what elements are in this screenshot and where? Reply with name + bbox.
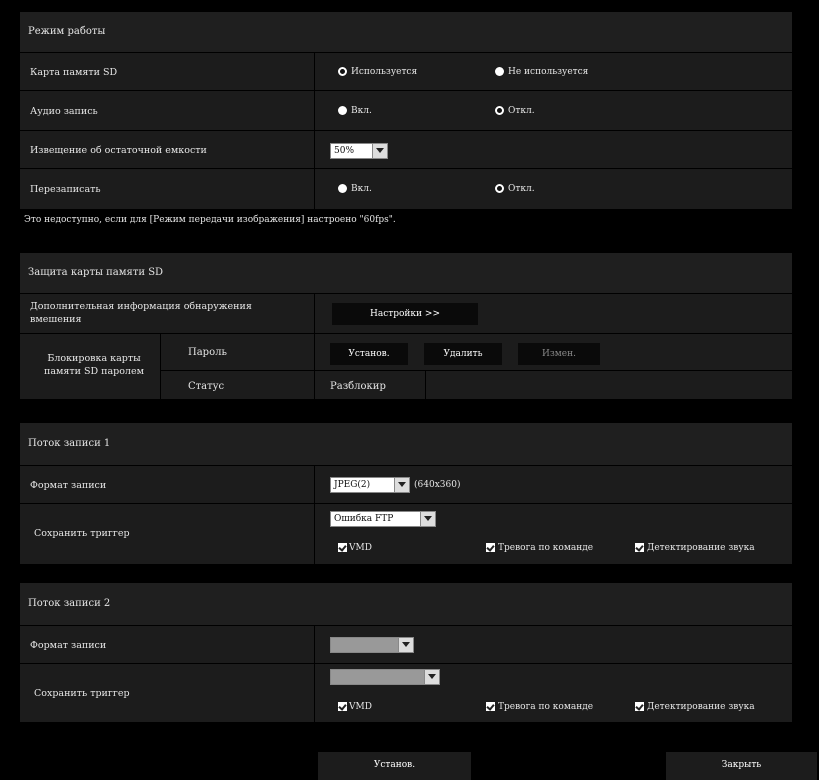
fps-note: Это недоступно, если для [Режим передачи… bbox=[24, 215, 396, 225]
audio-label: Аудио запись bbox=[30, 106, 98, 117]
stream1-section-header: Поток записи 1 bbox=[20, 423, 792, 465]
password-set-button[interactable]: Установ. bbox=[330, 343, 408, 365]
stream1-format-label: Формат записи bbox=[30, 480, 107, 491]
extra-info-label: Дополнительная информация обнаружения вм… bbox=[30, 301, 252, 325]
stream2-format-row: Формат записи bbox=[20, 625, 792, 664]
divider bbox=[425, 370, 426, 399]
stream1-audio-label: Детектирование звука bbox=[647, 543, 755, 553]
stream2-section-title: Поток записи 2 bbox=[28, 598, 111, 609]
stream1-format-select[interactable]: JPEG(2) bbox=[330, 477, 410, 493]
audio-off-label: Откл. bbox=[508, 106, 535, 116]
mode-section-header: Режим работы bbox=[20, 12, 792, 52]
chevron-down-icon bbox=[394, 478, 409, 492]
extra-info-row: Дополнительная информация обнаружения вм… bbox=[20, 293, 792, 334]
stream1-audio-checkbox[interactable] bbox=[635, 543, 644, 552]
password-label: Пароль bbox=[188, 347, 227, 358]
audio-on-label: Вкл. bbox=[351, 106, 372, 116]
chevron-down-icon bbox=[372, 144, 387, 158]
divider bbox=[314, 664, 315, 722]
sd-card-not-use-label: Не используется bbox=[508, 67, 589, 77]
overwrite-label: Перезаписать bbox=[30, 184, 101, 195]
protect-section-title: Защита карты памяти SD bbox=[28, 267, 164, 278]
low-space-select[interactable]: 50% bbox=[330, 143, 388, 159]
divider bbox=[314, 466, 315, 504]
overwrite-off-radio[interactable] bbox=[495, 184, 504, 193]
stream1-alarm-label: Тревога по команде bbox=[498, 543, 594, 553]
stream2-format-select[interactable] bbox=[330, 637, 414, 653]
stream2-format-label: Формат записи bbox=[30, 640, 107, 651]
overwrite-row: Перезаписать Вкл. Откл. bbox=[20, 168, 792, 209]
sd-card-use-label: Используется bbox=[351, 67, 418, 77]
stream1-vmd-label: VMD bbox=[349, 543, 372, 553]
low-space-row: Извещение об остаточной емкости 50% bbox=[20, 130, 792, 169]
audio-on-radio[interactable] bbox=[338, 106, 347, 115]
divider bbox=[314, 169, 315, 209]
stream2-section-header: Поток записи 2 bbox=[20, 583, 792, 625]
stream1-alarm-checkbox[interactable] bbox=[486, 543, 495, 552]
mode-section-title: Режим работы bbox=[28, 26, 106, 37]
overwrite-on-radio[interactable] bbox=[338, 184, 347, 193]
password-delete-button[interactable]: Удалить bbox=[424, 343, 502, 365]
sd-card-label: Карта памяти SD bbox=[30, 67, 118, 78]
stream2-vmd-checkbox[interactable] bbox=[338, 702, 347, 711]
chevron-down-icon bbox=[424, 670, 439, 684]
overwrite-on-label: Вкл. bbox=[351, 184, 372, 194]
stream1-section-title: Поток записи 1 bbox=[28, 438, 111, 449]
audio-row: Аудио запись Вкл. Откл. bbox=[20, 90, 792, 131]
protect-section-header: Защита карты памяти SD bbox=[20, 253, 792, 293]
stream2-trigger-select[interactable] bbox=[330, 669, 440, 685]
extra-info-settings-button[interactable]: Настройки >> bbox=[332, 303, 478, 325]
stream1-format-value: JPEG(2) bbox=[334, 480, 371, 490]
chevron-down-icon bbox=[420, 512, 435, 526]
stream1-trigger-row: Сохранить триггер Ошибка FTP VMD Тревога… bbox=[20, 503, 792, 564]
stream2-trigger-row: Сохранить триггер VMD Тревога по команде… bbox=[20, 663, 792, 722]
stream2-vmd-label: VMD bbox=[349, 702, 372, 712]
overwrite-off-label: Откл. bbox=[508, 184, 535, 194]
stream2-audio-checkbox[interactable] bbox=[635, 702, 644, 711]
stream1-trigger-select[interactable]: Ошибка FTP bbox=[330, 511, 436, 527]
divider bbox=[314, 294, 315, 334]
stream1-trigger-value: Ошибка FTP bbox=[334, 514, 394, 524]
status-value: Разблокир bbox=[330, 381, 386, 392]
divider bbox=[314, 626, 315, 664]
divider bbox=[160, 370, 792, 371]
password-change-button[interactable]: Измен. bbox=[518, 343, 600, 365]
divider bbox=[314, 53, 315, 91]
divider bbox=[314, 131, 315, 169]
stream2-alarm-checkbox[interactable] bbox=[486, 702, 495, 711]
divider bbox=[314, 504, 315, 564]
sd-card-use-radio[interactable] bbox=[338, 67, 347, 76]
chevron-down-icon bbox=[398, 638, 413, 652]
stream1-format-resolution: (640x360) bbox=[414, 480, 461, 490]
sd-card-row: Карта памяти SD Используется Не использу… bbox=[20, 52, 792, 91]
sd-lock-label: Блокировка карты памяти SD паролем bbox=[44, 353, 144, 377]
stream2-audio-label: Детектирование звука bbox=[647, 702, 755, 712]
stream1-vmd-checkbox[interactable] bbox=[338, 543, 347, 552]
audio-off-radio[interactable] bbox=[495, 106, 504, 115]
low-space-label: Извещение об остаточной емкости bbox=[30, 145, 207, 156]
sd-card-not-use-radio[interactable] bbox=[495, 67, 504, 76]
low-space-value: 50% bbox=[334, 146, 355, 156]
divider bbox=[314, 91, 315, 131]
stream2-trigger-label: Сохранить триггер bbox=[34, 688, 130, 699]
stream2-alarm-label: Тревога по команде bbox=[498, 702, 594, 712]
footer-set-button[interactable]: Установ. bbox=[318, 752, 471, 780]
sd-lock-row: Блокировка карты памяти SD паролем Парол… bbox=[20, 333, 792, 399]
footer-close-button[interactable]: Закрыть bbox=[666, 752, 817, 780]
divider bbox=[160, 334, 161, 399]
status-label: Статус bbox=[188, 381, 225, 392]
stream1-trigger-label: Сохранить триггер bbox=[34, 528, 130, 539]
stream1-format-row: Формат записи JPEG(2) (640x360) bbox=[20, 465, 792, 504]
divider bbox=[314, 334, 315, 399]
